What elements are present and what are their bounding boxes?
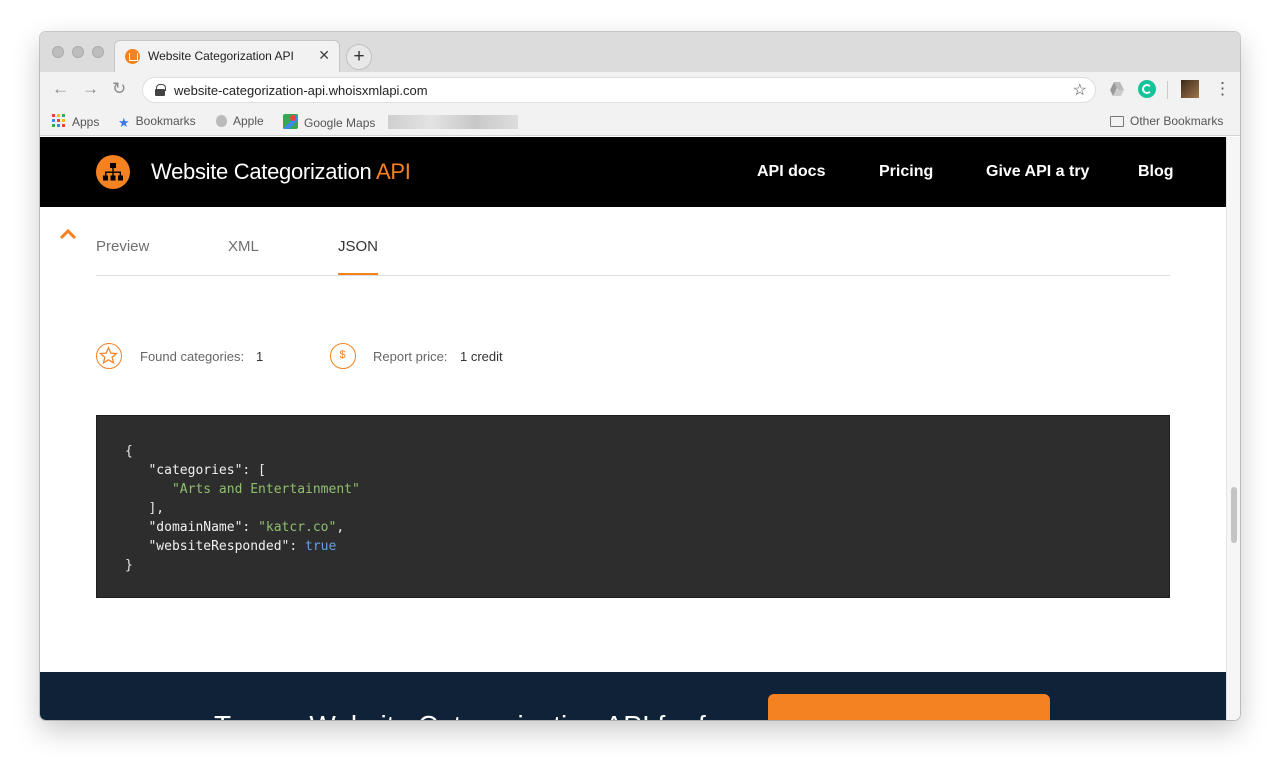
bookmark-apple[interactable]: Apple [216, 114, 264, 128]
zoom-window-button[interactable] [92, 46, 104, 58]
bookmark-bookmarks[interactable]: ★ Bookmarks [118, 114, 196, 131]
sitemap-logo-icon[interactable] [96, 155, 130, 189]
site-header: Website Categorization API API docs Pric… [40, 137, 1226, 207]
tabs-divider [96, 275, 1170, 276]
browser-window: Website Categorization API ✕ + ← → ↻ web… [40, 32, 1240, 720]
folder-icon [1110, 116, 1124, 127]
browser-menu-icon[interactable]: ⋮ [1214, 79, 1231, 99]
chevron-up-icon[interactable] [58, 227, 78, 241]
tab-xml[interactable]: XML [228, 238, 259, 255]
report-price-value: 1 credit [460, 349, 503, 364]
nav-blog[interactable]: Blog [1138, 163, 1174, 181]
tab-json[interactable]: JSON [338, 238, 378, 255]
address-bar[interactable]: website-categorization-api.whoisxmlapi.c… [142, 77, 1096, 103]
back-icon[interactable]: ← [52, 79, 69, 99]
reload-icon[interactable]: ↻ [112, 79, 126, 99]
report-price-label: Report price: [373, 349, 448, 364]
scrollbar-thumb[interactable] [1231, 487, 1237, 543]
apps-grid-icon [52, 114, 65, 127]
nav-pricing[interactable]: Pricing [879, 163, 933, 181]
dollar-icon: $ [330, 343, 356, 369]
google-maps-icon [283, 114, 298, 129]
favicon-icon [125, 49, 140, 64]
bookmarks-bar: Apps ★ Bookmarks Apple Google Maps Other … [40, 108, 1240, 136]
bookmark-apps[interactable]: Apps [52, 114, 99, 129]
found-categories-value: 1 [256, 349, 264, 364]
minimize-window-button[interactable] [72, 46, 84, 58]
star-icon: ★ [118, 115, 130, 130]
tab-title: Website Categorization API [148, 49, 294, 63]
profile-avatar[interactable] [1181, 80, 1199, 98]
apple-icon [216, 115, 227, 127]
browser-toolbar: ← → ↻ website-categorization-api.whoisxm… [40, 72, 1240, 108]
bookmark-star-icon[interactable]: ☆ [1073, 80, 1087, 100]
grammarly-icon[interactable] [1138, 80, 1156, 98]
page-scrollbar[interactable] [1226, 137, 1240, 720]
web-page: Website Categorization API API docs Pric… [40, 137, 1226, 720]
forward-icon[interactable]: → [82, 79, 99, 99]
lock-icon [155, 84, 166, 96]
footer-cta-text: Try our Website Categorization API for f… [214, 710, 746, 720]
found-categories-label: Found categories: [140, 349, 245, 364]
json-code-block[interactable]: { "categories": [ "Arts and Entertainmen… [96, 415, 1170, 598]
tab-close-icon[interactable]: ✕ [318, 47, 330, 64]
tab-preview[interactable]: Preview [96, 238, 149, 255]
footer-cta-button[interactable] [768, 694, 1050, 720]
new-tab-button[interactable]: + [346, 44, 372, 70]
other-bookmarks[interactable]: Other Bookmarks [1110, 114, 1223, 128]
nav-give-api-a-try[interactable]: Give API a try [986, 163, 1089, 181]
blurred-bookmarks [388, 115, 518, 129]
drive-extension-icon[interactable] [1109, 81, 1125, 97]
star-outline-icon [96, 343, 122, 369]
cta-footer: Try our Website Categorization API for f… [40, 672, 1226, 720]
json-code: { "categories": [ "Arts and Entertainmen… [125, 444, 360, 573]
close-window-button[interactable] [52, 46, 64, 58]
brand-name[interactable]: Website Categorization API [151, 159, 411, 185]
bookmark-google-maps[interactable]: Google Maps [283, 114, 375, 130]
url-text[interactable]: website-categorization-api.whoisxmlapi.c… [174, 83, 428, 98]
tab-strip: Website Categorization API ✕ + [40, 32, 1240, 72]
browser-tab[interactable]: Website Categorization API ✕ [114, 40, 340, 72]
nav-api-docs[interactable]: API docs [757, 163, 825, 181]
